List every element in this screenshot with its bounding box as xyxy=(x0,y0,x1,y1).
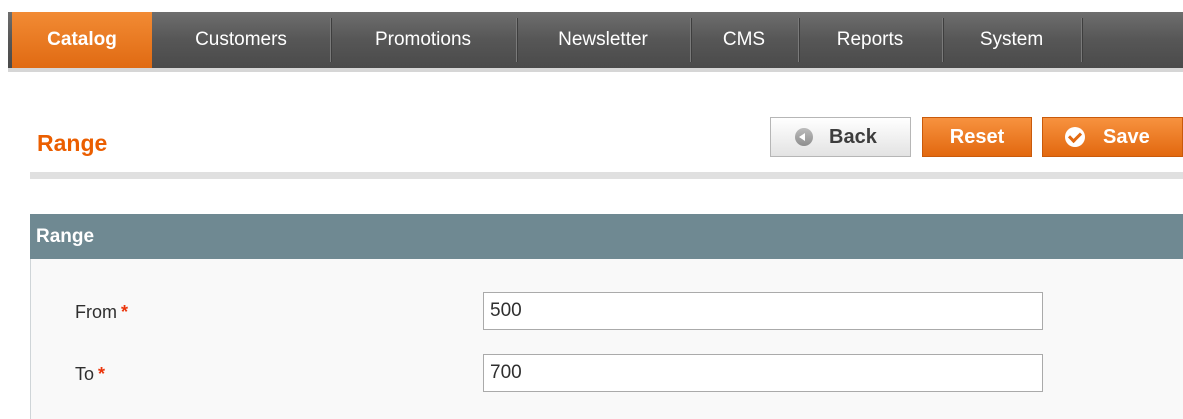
nav-separator xyxy=(1081,18,1082,62)
nav-item-promotions[interactable]: Promotions xyxy=(331,12,515,68)
from-label-text: From xyxy=(75,302,117,322)
header-divider xyxy=(30,172,1183,179)
back-button-label: Back xyxy=(829,126,877,148)
reset-button[interactable]: Reset xyxy=(922,117,1032,157)
from-input[interactable] xyxy=(483,292,1043,330)
required-marker: * xyxy=(121,302,129,322)
nav-item-reports[interactable]: Reports xyxy=(799,12,941,68)
nav-item-newsletter[interactable]: Newsletter xyxy=(517,12,689,68)
back-button[interactable]: Back xyxy=(770,117,911,157)
check-circle-icon xyxy=(1065,127,1085,147)
to-label-text: To xyxy=(75,364,95,384)
nav-item-customers[interactable]: Customers xyxy=(156,12,326,68)
save-button[interactable]: Save xyxy=(1042,117,1183,157)
page-title: Range xyxy=(37,130,108,156)
required-marker: * xyxy=(98,364,106,384)
circle-arrow-left-icon xyxy=(795,128,813,146)
main-navigation: Catalog Customers Promotions Newsletter … xyxy=(0,0,1183,80)
nav-top-band xyxy=(0,0,1183,12)
from-field-label: From * xyxy=(75,302,128,323)
nav-item-system[interactable]: System xyxy=(943,12,1080,68)
save-button-label: Save xyxy=(1103,126,1150,148)
nav-item-cms[interactable]: CMS xyxy=(691,12,797,68)
reset-button-label: Reset xyxy=(949,126,1005,148)
fieldset-header: Range xyxy=(30,214,1183,259)
to-input[interactable] xyxy=(483,354,1043,392)
nav-item-catalog[interactable]: Catalog xyxy=(12,12,152,68)
to-field-label: To * xyxy=(75,364,105,385)
